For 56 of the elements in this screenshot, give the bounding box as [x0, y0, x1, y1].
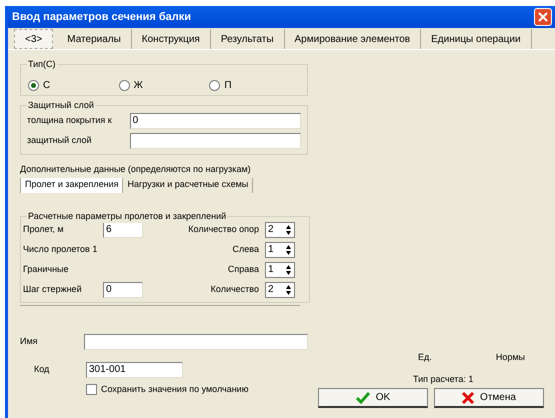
radio-button[interactable]	[28, 80, 39, 91]
checkbox-label: Сохранить значения по умолчанию	[101, 382, 248, 396]
field-label: Имя	[20, 334, 39, 348]
section-note: Дополнительные данные (определяются по нагрузкам)	[20, 163, 252, 176]
field-label: Справа	[228, 263, 259, 276]
radio-label: С	[43, 79, 50, 93]
radio-label: П	[224, 79, 232, 93]
tab[interactable]: Конструкция	[132, 29, 211, 49]
text-field[interactable]: 0	[103, 282, 143, 298]
text-field[interactable]	[130, 133, 301, 149]
field-label: Пролет, м	[23, 223, 65, 236]
spin-arrows-icon	[285, 284, 292, 296]
radio-button[interactable]	[209, 80, 220, 91]
close-icon	[538, 12, 548, 22]
field-label: защитный слой	[27, 134, 93, 148]
window-title: Ввод параметров сечения балки	[12, 10, 192, 25]
close-button[interactable]	[534, 8, 552, 26]
field-label: Количество опор	[188, 223, 259, 236]
radio-button[interactable]	[118, 80, 130, 91]
tab[interactable]: Материалы	[57, 29, 132, 49]
text-field[interactable]: 0	[130, 113, 301, 129]
tab[interactable]: Нагрузки и расчетные схемы	[123, 178, 254, 192]
spin-field[interactable]: 2	[265, 222, 295, 238]
cross-icon	[462, 392, 474, 404]
tab[interactable]: Единицы операции	[421, 29, 532, 49]
field-label: толщина покрытия к	[27, 114, 113, 128]
tab[interactable]: Результаты	[210, 29, 285, 49]
spin-arrows-icon	[285, 224, 292, 236]
spin-field[interactable]: 1	[265, 242, 295, 258]
spin-arrows-icon	[285, 264, 292, 276]
tab[interactable]: Пролет и закрепления	[20, 178, 124, 192]
ok-button[interactable]: OK	[318, 388, 428, 408]
text-field[interactable]: 6	[103, 222, 143, 238]
cancel-button[interactable]: Отмена	[434, 388, 544, 408]
field-label: Количество	[210, 283, 259, 296]
field-label: Код	[33, 362, 50, 376]
field-label: Слева	[232, 243, 259, 256]
tab[interactable]: <3>	[14, 29, 54, 49]
group-title: Расчетные параметры пролетов и закреплений	[27, 210, 228, 223]
spin-field[interactable]: 1	[265, 262, 295, 278]
field-label: Граничные	[23, 263, 70, 276]
info-text: Тип расчета: 1	[412, 372, 474, 386]
field-label: Число пролетов 1	[23, 243, 98, 256]
tab[interactable]: Армирование элементов	[284, 29, 422, 49]
spin-arrows-icon	[285, 244, 292, 256]
field-label: Шаг стержней	[23, 283, 83, 296]
checkmark-icon	[356, 392, 370, 404]
info-text: Нормы	[496, 351, 525, 364]
checkbox[interactable]	[86, 384, 97, 395]
info-text: Ед.	[418, 351, 432, 364]
group-title: Тип(С)	[27, 58, 56, 72]
radio-label: Ж	[134, 79, 143, 93]
spin-field[interactable]: 2	[265, 282, 295, 298]
text-field[interactable]: 301-001	[86, 362, 183, 378]
group-title: Защитный слой	[27, 99, 95, 112]
text-field[interactable]	[84, 334, 308, 350]
